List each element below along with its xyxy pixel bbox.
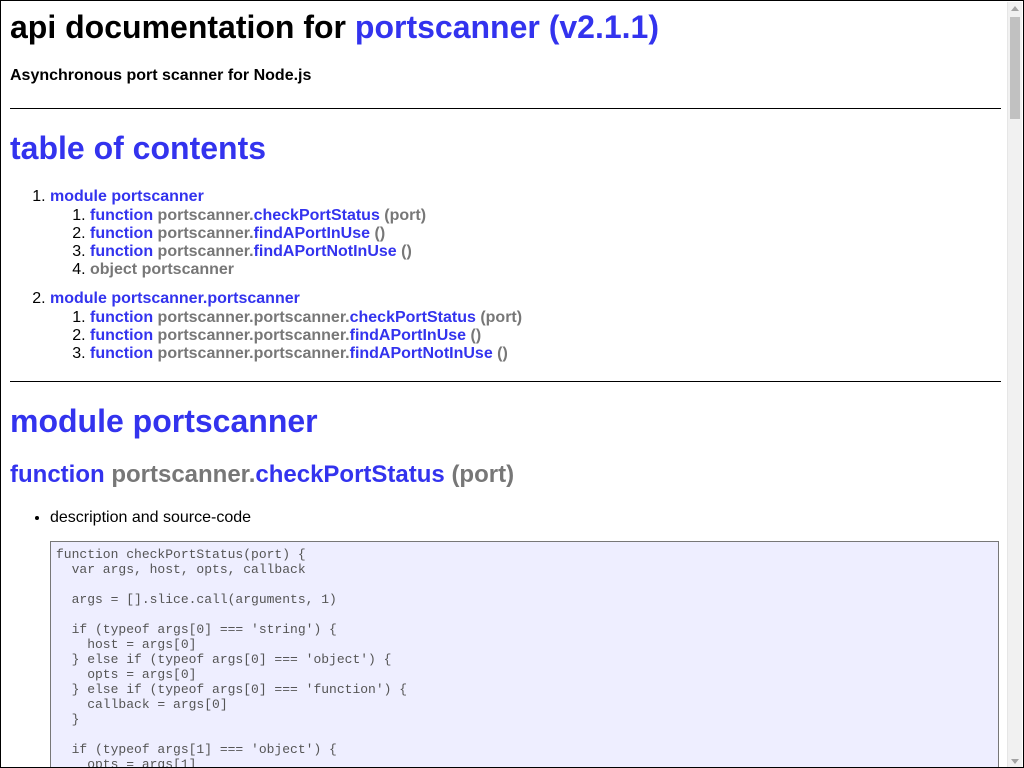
page-title-prefix: api documentation for <box>10 9 355 45</box>
toc-function-link[interactable]: findAPortNotInUse <box>350 345 493 362</box>
toc-object-item: object portscanner <box>90 261 522 279</box>
toc-function-item: function portscanner.findAPortInUse () <box>90 225 522 243</box>
source-code-block: function checkPortStatus(port) { var arg… <box>50 541 999 767</box>
toc-function-keyword[interactable]: function <box>90 207 153 224</box>
vertical-scrollbar[interactable] <box>1007 2 1022 767</box>
function-args: (port) <box>451 461 515 488</box>
toc-namespace: portscanner.portscanner. <box>157 345 350 362</box>
toc-object-label: object portscanner <box>90 261 235 278</box>
toc-args: (port) <box>384 207 427 224</box>
scroll-down-arrow-icon[interactable] <box>1011 759 1019 764</box>
toc-function-keyword[interactable]: function <box>90 309 153 326</box>
toc-args: (port) <box>480 309 523 326</box>
toc-namespace: portscanner.portscanner. <box>157 327 350 344</box>
scroll-thumb[interactable] <box>1010 17 1020 119</box>
toc-function-keyword[interactable]: function <box>90 225 153 242</box>
description-list: description and source-code <box>10 507 251 529</box>
toc-function-link[interactable]: findAPortInUse <box>350 327 466 344</box>
browser-viewport: api documentation for portscanner (v2.1.… <box>0 0 1024 768</box>
toc-args: () <box>401 243 412 260</box>
toc-module-link[interactable]: module portscanner.portscanner <box>50 290 300 307</box>
page-title: api documentation for portscanner (v2.1.… <box>10 9 659 46</box>
toc-function-item: function portscanner.portscanner.checkPo… <box>90 309 522 327</box>
module-heading: module portscanner <box>10 403 318 439</box>
toc-namespace: portscanner.portscanner. <box>157 309 350 326</box>
package-description: Asynchronous port scanner for Node.js <box>10 67 312 84</box>
function-heading: function portscanner.checkPortStatus (po… <box>10 461 514 489</box>
toc-function-link[interactable]: checkPortStatus <box>254 207 380 224</box>
toc-namespace: portscanner. <box>157 243 254 260</box>
scroll-up-arrow-icon[interactable] <box>1011 6 1019 11</box>
toc-function-link[interactable]: findAPortNotInUse <box>254 243 397 260</box>
toc-heading: table of contents <box>10 130 267 166</box>
toc-namespace: portscanner. <box>157 207 254 224</box>
toc-function-keyword[interactable]: function <box>90 243 153 260</box>
toc-sublist: function portscanner.portscanner.checkPo… <box>50 309 522 363</box>
toc-args: () <box>374 225 386 242</box>
toc-function-link[interactable]: checkPortStatus <box>350 309 476 326</box>
toc-function-keyword[interactable]: function <box>90 345 153 362</box>
toc-args: () <box>470 327 482 344</box>
divider <box>10 108 1001 109</box>
package-link[interactable]: portscanner (v2.1.1) <box>355 9 659 45</box>
toc-function-item: function portscanner.checkPortStatus (po… <box>90 207 522 225</box>
toc-module-item: module portscanner function portscanner.… <box>50 187 522 279</box>
toc-args: () <box>497 345 508 362</box>
toc-sublist: function portscanner.checkPortStatus (po… <box>50 207 522 279</box>
toc-module-link[interactable]: module portscanner <box>50 188 204 205</box>
description-item: description and source-code <box>50 507 251 529</box>
toc-function-item: function portscanner.findAPortNotInUse (… <box>90 243 522 261</box>
toc-function-link[interactable]: findAPortInUse <box>254 225 370 242</box>
toc-function-item: function portscanner.portscanner.findAPo… <box>90 327 522 345</box>
toc-list: module portscanner function portscanner.… <box>10 187 522 373</box>
toc-function-item: function portscanner.portscanner.findAPo… <box>90 345 522 363</box>
toc-module-item: module portscanner.portscanner function … <box>50 289 522 363</box>
function-namespace: portscanner. <box>111 461 256 488</box>
toc-function-keyword[interactable]: function <box>90 327 153 344</box>
divider <box>10 381 1001 382</box>
function-name-link[interactable]: checkPortStatus <box>255 461 444 488</box>
function-keyword[interactable]: function <box>10 461 105 488</box>
toc-namespace: portscanner. <box>157 225 254 242</box>
